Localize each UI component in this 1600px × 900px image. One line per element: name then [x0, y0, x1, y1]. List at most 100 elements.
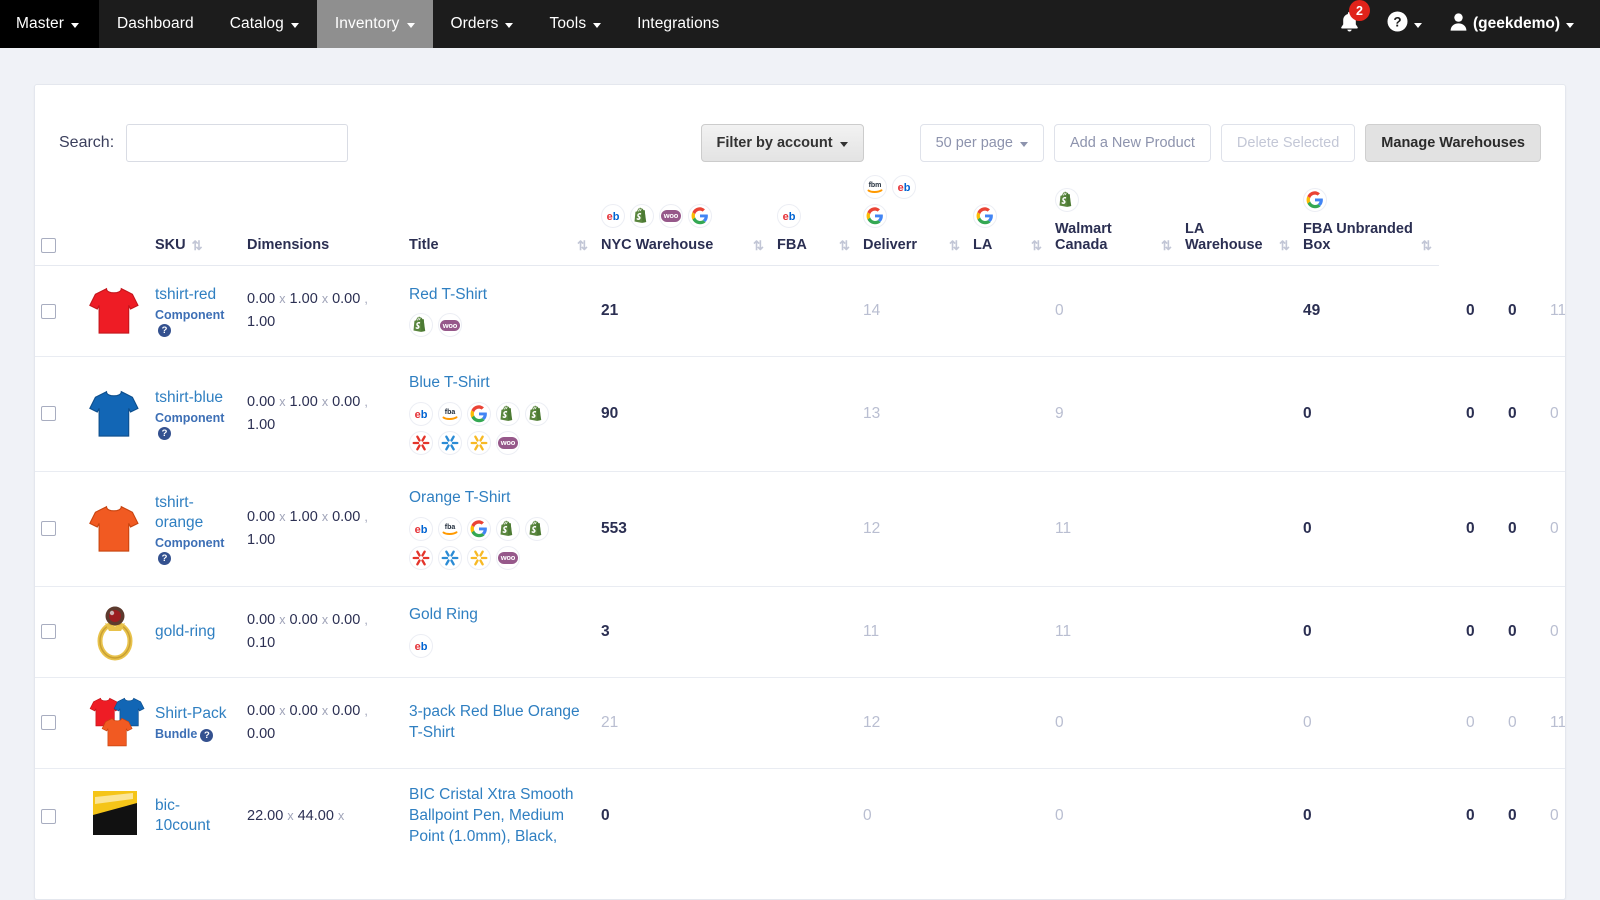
manage-warehouses-button[interactable]: Manage Warehouses: [1365, 124, 1541, 162]
table-row[interactable]: gold-ring 0.00 x 0.00 x 0.00 , 0.10 Gold …: [35, 586, 1565, 678]
nav-item-dashboard[interactable]: Dashboard: [99, 0, 212, 48]
qty-cell[interactable]: 0: [1502, 677, 1523, 769]
qty-cell[interactable]: 0: [1049, 265, 1179, 357]
qty-cell[interactable]: 9: [1049, 356, 1179, 472]
nav-item-orders[interactable]: Orders: [433, 0, 532, 48]
sort-icon[interactable]: ⇅: [1161, 239, 1173, 252]
qty-cell[interactable]: 0: [1502, 471, 1523, 587]
table-row[interactable]: tshirt-blue Component? 0.00 x 1.00 x 0.00…: [35, 356, 1565, 472]
col-header-dimensions[interactable]: Dimensions: [241, 175, 403, 266]
qty-cell[interactable]: 21: [595, 677, 771, 769]
sku-link[interactable]: tshirt-blue: [155, 388, 235, 408]
row-checkbox[interactable]: [41, 624, 56, 640]
qty-cell[interactable]: 0: [1544, 586, 1565, 678]
row-checkbox[interactable]: [41, 808, 56, 824]
notifications-button[interactable]: 2: [1328, 0, 1371, 48]
col-header-nyc-warehouse[interactable]: eb woo NYC Warehouse ⇅: [595, 175, 771, 266]
qty-cell[interactable]: 0: [1049, 768, 1179, 863]
title-link[interactable]: Orange T-Shirt: [409, 488, 589, 509]
qty-cell[interactable]: 11: [1544, 677, 1565, 769]
help-icon[interactable]: ?: [200, 728, 214, 742]
qty-cell[interactable]: 21: [595, 265, 771, 357]
nav-item-integrations[interactable]: Integrations: [619, 0, 737, 48]
qty-cell[interactable]: 0: [1049, 677, 1179, 769]
add-new-product-button[interactable]: Add a New Product: [1053, 124, 1211, 162]
help-icon[interactable]: ?: [158, 323, 171, 337]
qty-cell[interactable]: 0: [1502, 356, 1523, 472]
qty-cell[interactable]: 0: [1297, 677, 1439, 769]
qty-cell[interactable]: 0: [1544, 356, 1565, 472]
qty-cell[interactable]: 0: [1460, 265, 1481, 357]
col-header-walmart-canada[interactable]: Walmart Canada ⇅: [1049, 175, 1179, 266]
qty-cell[interactable]: 0: [1297, 356, 1439, 472]
col-header-sku[interactable]: SKU ⇅: [149, 175, 241, 266]
qty-cell[interactable]: 0: [1297, 768, 1439, 863]
qty-cell[interactable]: 0: [1460, 677, 1481, 769]
qty-cell[interactable]: 11: [857, 586, 967, 678]
qty-cell[interactable]: 0: [1544, 471, 1565, 587]
delete-selected-button[interactable]: Delete Selected: [1220, 124, 1356, 162]
qty-cell[interactable]: 0: [1460, 586, 1481, 678]
nav-item-inventory[interactable]: Inventory: [316, 0, 433, 48]
col-header-fba[interactable]: eb FBA ⇅: [771, 175, 857, 266]
table-row[interactable]: Shirt-Pack Bundle? 0.00 x 0.00 x 0.00 , 0.…: [35, 677, 1565, 769]
qty-cell[interactable]: 11: [1049, 586, 1179, 678]
qty-cell[interactable]: 0: [1297, 586, 1439, 678]
qty-cell[interactable]: 12: [857, 471, 967, 587]
qty-cell[interactable]: 0: [857, 768, 967, 863]
qty-cell[interactable]: 0: [595, 768, 771, 863]
col-header-fba-unbranded-box[interactable]: FBA Unbranded Box ⇅: [1297, 175, 1439, 266]
row-checkbox[interactable]: [41, 521, 56, 537]
help-button[interactable]: ?: [1375, 0, 1434, 48]
col-header-deliverr[interactable]: fbm eb Deliverr ⇅: [857, 175, 967, 266]
row-checkbox[interactable]: [41, 303, 56, 319]
nav-item-catalog[interactable]: Catalog: [212, 0, 317, 48]
sort-icon[interactable]: ⇅: [577, 239, 589, 252]
qty-cell[interactable]: 11: [1544, 265, 1565, 357]
title-link[interactable]: Red T-Shirt: [409, 285, 589, 306]
qty-cell[interactable]: 11: [1049, 471, 1179, 587]
qty-cell[interactable]: 0: [1502, 265, 1523, 357]
col-header-la-warehouse[interactable]: LA Warehouse ⇅: [1179, 175, 1297, 266]
qty-cell[interactable]: 3: [595, 586, 771, 678]
table-row[interactable]: tshirt-red Component? 0.00 x 1.00 x 0.00 …: [35, 265, 1565, 357]
select-all-checkbox[interactable]: [41, 238, 56, 253]
qty-cell[interactable]: 0: [1460, 471, 1481, 587]
nav-item-master[interactable]: Master: [0, 0, 99, 48]
filter-by-account-button[interactable]: Filter by account: [700, 124, 864, 162]
sort-icon[interactable]: ⇅: [949, 239, 961, 252]
qty-cell[interactable]: 0: [1502, 586, 1523, 678]
sku-link[interactable]: tshirt-orange: [155, 493, 235, 533]
sort-icon[interactable]: ⇅: [1031, 239, 1043, 252]
help-icon[interactable]: ?: [158, 551, 171, 565]
qty-cell[interactable]: 0: [1502, 768, 1523, 863]
qty-cell[interactable]: 0: [1460, 356, 1481, 472]
qty-cell[interactable]: 14: [857, 265, 967, 357]
sku-link[interactable]: tshirt-red: [155, 285, 235, 305]
qty-cell[interactable]: 0: [1297, 471, 1439, 587]
sku-link[interactable]: bic-10count: [155, 796, 235, 836]
qty-cell[interactable]: 553: [595, 471, 771, 587]
sku-link[interactable]: Shirt-Pack: [155, 704, 235, 724]
qty-cell[interactable]: 13: [857, 356, 967, 472]
row-checkbox[interactable]: [41, 715, 56, 731]
sort-icon[interactable]: ⇅: [1421, 239, 1433, 252]
title-link[interactable]: BIC Cristal Xtra Smooth Ballpoint Pen, M…: [409, 785, 589, 848]
title-link[interactable]: Blue T-Shirt: [409, 373, 589, 394]
sku-link[interactable]: gold-ring: [155, 622, 235, 642]
qty-cell[interactable]: 90: [595, 356, 771, 472]
sort-icon[interactable]: ⇅: [1279, 239, 1291, 252]
user-menu-button[interactable]: (geekdemo): [1438, 0, 1586, 48]
table-row[interactable]: bic-10count 22.00 x 44.00 x BIC Cristal …: [35, 768, 1565, 863]
nav-item-tools[interactable]: Tools: [531, 0, 619, 48]
title-link[interactable]: Gold Ring: [409, 605, 589, 626]
per-page-dropdown[interactable]: 50 per page: [919, 124, 1044, 162]
table-row[interactable]: tshirt-orange Component? 0.00 x 1.00 x 0.…: [35, 471, 1565, 587]
sort-icon[interactable]: ⇅: [753, 239, 765, 252]
row-checkbox[interactable]: [41, 406, 56, 422]
sort-icon[interactable]: ⇅: [839, 239, 851, 252]
qty-cell[interactable]: 0: [1460, 768, 1481, 863]
search-input[interactable]: [126, 124, 349, 162]
qty-cell[interactable]: 49: [1297, 265, 1439, 357]
qty-cell[interactable]: 12: [857, 677, 967, 769]
